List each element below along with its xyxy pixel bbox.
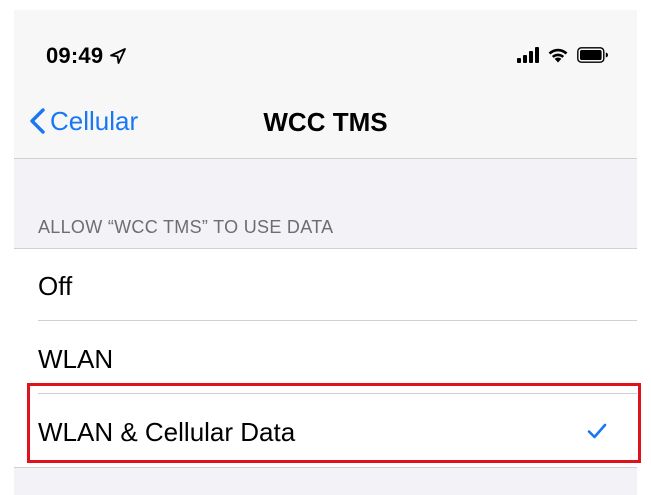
status-bar: 09:49: [14, 10, 637, 90]
battery-icon: [577, 47, 608, 63]
location-arrow-icon: [110, 48, 127, 64]
option-wlan[interactable]: WLAN: [14, 322, 637, 394]
option-wlan-cellular-data[interactable]: WLAN & Cellular Data: [14, 395, 637, 467]
checkmark-icon: [587, 423, 607, 439]
option-label: WLAN & Cellular Data: [38, 417, 296, 447]
status-time-group: 09:49: [46, 44, 127, 68]
status-icons: [517, 47, 609, 63]
section-header: ALLOW “WCC TMS” TO USE DATA: [38, 217, 334, 237]
row-divider: [38, 393, 637, 394]
signal-icon: [517, 47, 539, 63]
wifi-icon: [548, 48, 568, 63]
row-divider: [38, 320, 637, 321]
settings-screen: 09:49 Cellular WCC TMS ALLOW “WCC TMS” T…: [14, 10, 637, 495]
option-label: Off: [38, 271, 73, 301]
option-off[interactable]: Off: [14, 249, 637, 321]
navigation-bar: Cellular WCC TMS: [14, 90, 637, 159]
status-time: 09:49: [46, 43, 104, 68]
data-usage-options: Off WLAN WLAN & Cellular Data: [14, 248, 637, 468]
option-label: WLAN: [38, 344, 114, 374]
page-title: WCC TMS: [263, 107, 388, 137]
